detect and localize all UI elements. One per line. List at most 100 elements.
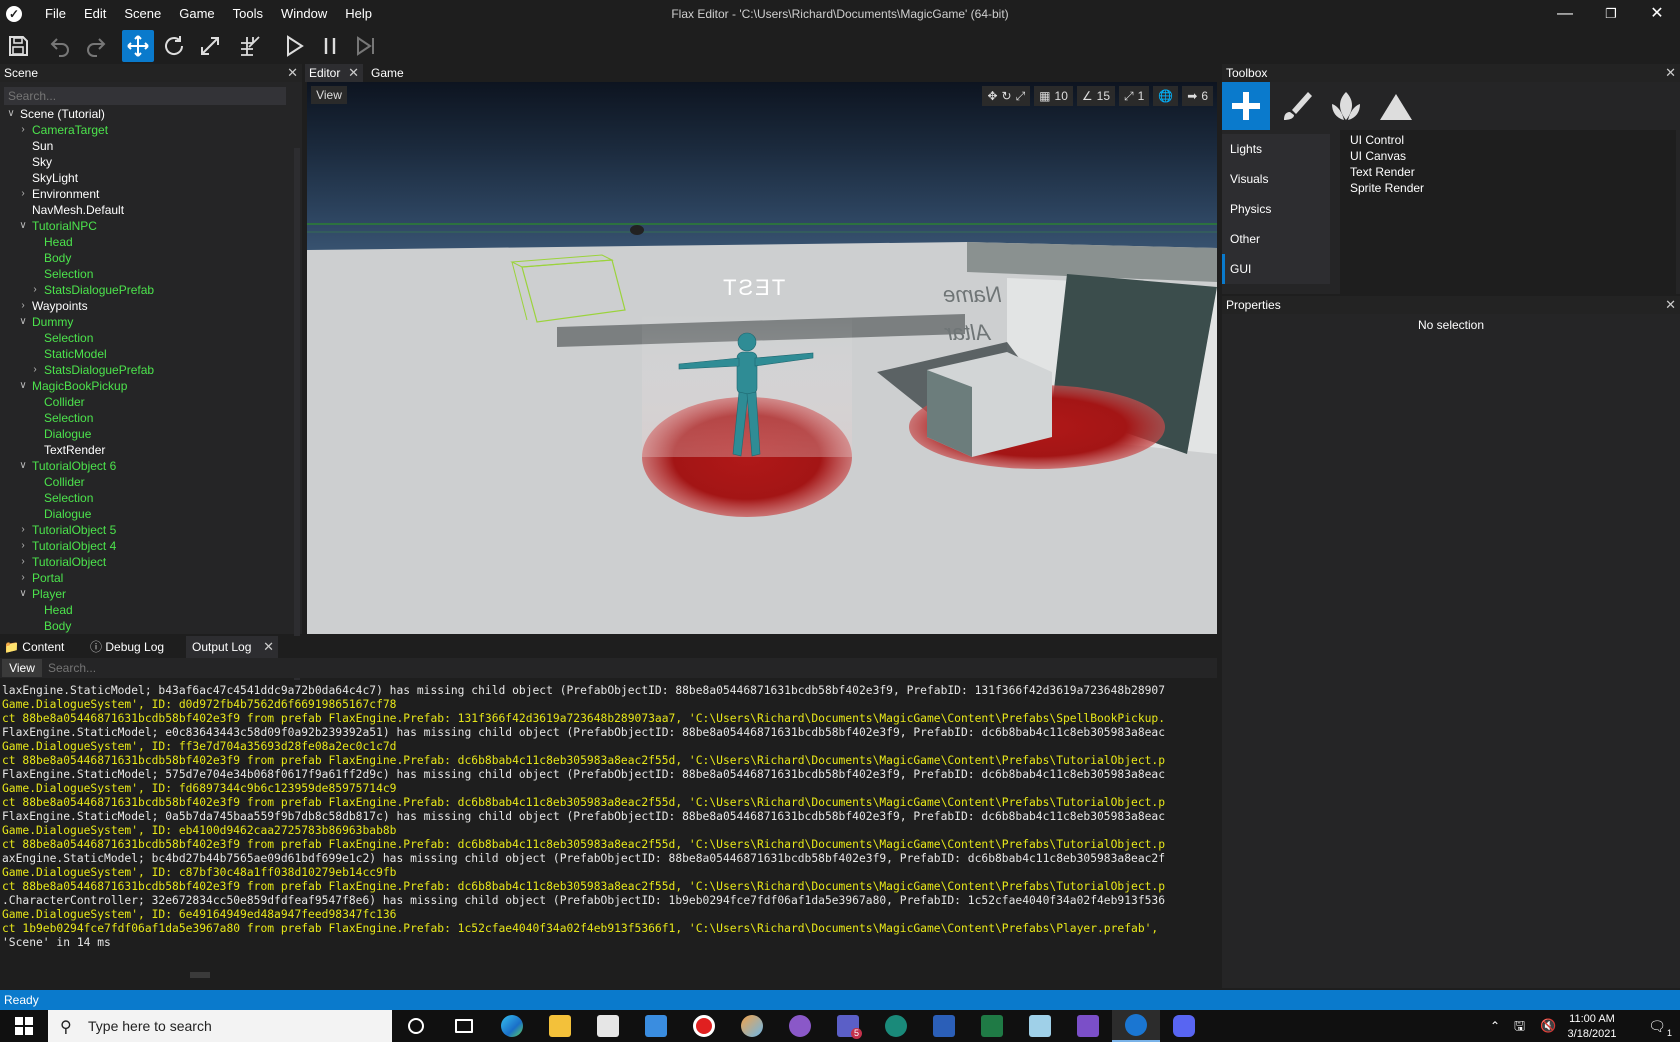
play-button[interactable] [278, 30, 310, 62]
redo-button[interactable] [80, 30, 112, 62]
log-line[interactable]: Game.DialogueSystem', ID: 6e49164949ed48… [2, 908, 1198, 922]
scene-tree-item[interactable]: Head [0, 234, 294, 250]
scene-tree-item[interactable]: Head [0, 602, 294, 618]
menu-tools[interactable]: Tools [224, 0, 272, 28]
store-taskbar-app[interactable] [584, 1010, 632, 1042]
tab-editor[interactable]: Editor ✕ [305, 64, 363, 82]
scene-tree-item[interactable]: Selection [0, 266, 294, 282]
notepad-taskbar-app[interactable] [1016, 1010, 1064, 1042]
toolbox-tab-actors[interactable] [1222, 82, 1270, 130]
tab-game[interactable]: Game [367, 64, 417, 82]
chevron-right-icon[interactable]: › [18, 570, 28, 586]
log-line[interactable]: ct 88be8a05446871631bcdb58bf402e3f9 from… [2, 880, 1198, 894]
edge-taskbar-app[interactable] [488, 1010, 536, 1042]
scene-tree-item[interactable]: ∨ TutorialNPC [0, 218, 294, 234]
toolbox-item[interactable]: Text Render [1350, 164, 1666, 180]
log-line[interactable]: ct 1b9eb0294fce7fdf06af1da5e3967a80 from… [2, 922, 1198, 936]
flax-taskbar-app[interactable] [1112, 1010, 1160, 1042]
scene-tree-item[interactable]: ∨ Scene (Tutorial) [0, 106, 294, 122]
log-line[interactable]: Game.DialogueSystem', ID: fd6897344c9b6c… [2, 782, 1198, 796]
scene-tree-item[interactable]: Body [0, 250, 294, 266]
menu-help[interactable]: Help [336, 0, 381, 28]
scene-tree-item[interactable]: ∨ MagicBookPickup [0, 378, 294, 394]
chevron-down-icon[interactable]: ∨ [18, 378, 28, 394]
scene-tree-item[interactable]: › CameraTarget [0, 122, 294, 138]
gitkraken-taskbar-app[interactable] [872, 1010, 920, 1042]
visual-studio-taskbar-app[interactable] [1064, 1010, 1112, 1042]
file-explorer-taskbar-app[interactable] [536, 1010, 584, 1042]
translate-tool-button[interactable] [122, 30, 154, 62]
scene-tree-item[interactable]: Sky [0, 154, 294, 170]
chevron-down-icon[interactable]: ∨ [18, 586, 28, 602]
log-scroll-thumb[interactable] [190, 972, 210, 978]
menu-edit[interactable]: Edit [75, 0, 115, 28]
scene-tree-item[interactable]: › StatsDialoguePrefab [0, 282, 294, 298]
close-toolbox-icon[interactable]: ✕ [1665, 64, 1676, 82]
scene-tree-item[interactable]: Selection [0, 330, 294, 346]
step-frame-button[interactable] [350, 30, 382, 62]
chevron-right-icon[interactable]: › [18, 538, 28, 554]
toolbox-category-physics[interactable]: Physics [1222, 194, 1330, 224]
snap-grid-button[interactable] [234, 30, 266, 62]
action-center-button[interactable]: 🗨 1 [1634, 1010, 1680, 1042]
toolbox-item[interactable]: Sprite Render [1350, 180, 1666, 196]
toolbox-item[interactable]: UI Canvas [1350, 148, 1666, 164]
close-editor-tab-icon[interactable]: ✕ [348, 64, 359, 82]
rotation-snap-setting[interactable]: ∠ 15 [1076, 86, 1115, 106]
scene-tree-item[interactable]: Sun [0, 138, 294, 154]
mail-taskbar-app[interactable] [632, 1010, 680, 1042]
log-line[interactable]: laxEngine.StaticModel; b43af6ac47c4541dd… [2, 684, 1198, 698]
log-line[interactable]: FlaxEngine.StaticModel; e0c83643443c58d0… [2, 726, 1198, 740]
scene-tree-item[interactable]: › TutorialObject 4 [0, 538, 294, 554]
github-taskbar-app[interactable] [776, 1010, 824, 1042]
log-line[interactable]: axEngine.StaticModel; bc4bd27b44b7565ae0… [2, 852, 1198, 866]
toolbox-category-gui[interactable]: GUI [1222, 254, 1330, 284]
scene-tree-item[interactable]: Selection [0, 410, 294, 426]
close-window-button[interactable]: ✕ [1634, 0, 1680, 28]
menu-scene[interactable]: Scene [115, 0, 170, 28]
scene-tree-item[interactable]: › TutorialObject 5 [0, 522, 294, 538]
log-line[interactable]: Game.DialogueSystem', ID: d0d972fb4b7562… [2, 698, 1198, 712]
network-icon[interactable]: 🖫 [1514, 1010, 1525, 1042]
scene-tree-item[interactable]: StaticModel [0, 346, 294, 362]
restore-button[interactable]: ❐ [1588, 0, 1634, 28]
cortana-button[interactable] [392, 1010, 440, 1042]
log-line[interactable]: FlaxEngine.StaticModel; 575d7e704e34b068… [2, 768, 1198, 782]
scene-tree-item[interactable]: › Waypoints [0, 298, 294, 314]
scene-tree-item[interactable]: Dialogue [0, 506, 294, 522]
scene-tree-item[interactable]: SkyLight [0, 170, 294, 186]
log-line[interactable]: .CharacterController; 32e672834cc50e859d… [2, 894, 1198, 908]
scene-tree-item[interactable]: ∨ Player [0, 586, 294, 602]
tab-debug-log[interactable]: ⓘ Debug Log [90, 636, 180, 658]
world-space-toggle[interactable]: 🌐 [1153, 86, 1179, 106]
gizmo-mode-group[interactable]: ✥ ↻ ⤢ [982, 86, 1031, 106]
chevron-right-icon[interactable]: › [18, 298, 28, 314]
scene-tree-item[interactable]: NavMesh.Default [0, 202, 294, 218]
log-line[interactable]: 'Scene' in 14 ms [2, 936, 1198, 950]
start-button[interactable] [0, 1010, 48, 1042]
camera-speed-setting[interactable]: ➡ 6 [1182, 86, 1213, 106]
toolbox-item[interactable]: UI Control [1350, 132, 1666, 148]
word-taskbar-app[interactable] [920, 1010, 968, 1042]
undo-button[interactable] [44, 30, 76, 62]
close-properties-icon[interactable]: ✕ [1665, 296, 1676, 314]
scale-snap-setting[interactable]: ⤢ 1 [1119, 86, 1150, 106]
recorder-taskbar-app[interactable] [680, 1010, 728, 1042]
log-line[interactable]: ct 88be8a05446871631bcdb58bf402e3f9 from… [2, 712, 1198, 726]
teams-taskbar-app[interactable]: 5 [824, 1010, 872, 1042]
chevron-down-icon[interactable]: ∨ [18, 458, 28, 474]
save-button[interactable] [2, 30, 34, 62]
tab-output-log[interactable]: Output Log ✕ [186, 636, 278, 658]
grid-snap-setting[interactable]: ▦ 10 [1034, 86, 1073, 106]
tray-chevron-icon[interactable]: ⌃ [1490, 1010, 1500, 1042]
chevron-right-icon[interactable]: › [30, 362, 40, 378]
output-log[interactable]: laxEngine.StaticModel; b43af6ac47c4541dd… [0, 680, 1200, 970]
chevron-right-icon[interactable]: › [30, 282, 40, 298]
discord-taskbar-app[interactable] [1160, 1010, 1208, 1042]
scene-search-input[interactable] [4, 87, 286, 105]
log-line[interactable]: Game.DialogueSystem', ID: c87bf30c48a1ff… [2, 866, 1198, 880]
log-line[interactable]: ct 88be8a05446871631bcdb58bf402e3f9 from… [2, 796, 1198, 810]
toolbox-tab-paint[interactable] [1272, 82, 1320, 130]
tab-content[interactable]: 📁 Content [4, 636, 84, 658]
close-output-log-icon[interactable]: ✕ [263, 636, 274, 658]
